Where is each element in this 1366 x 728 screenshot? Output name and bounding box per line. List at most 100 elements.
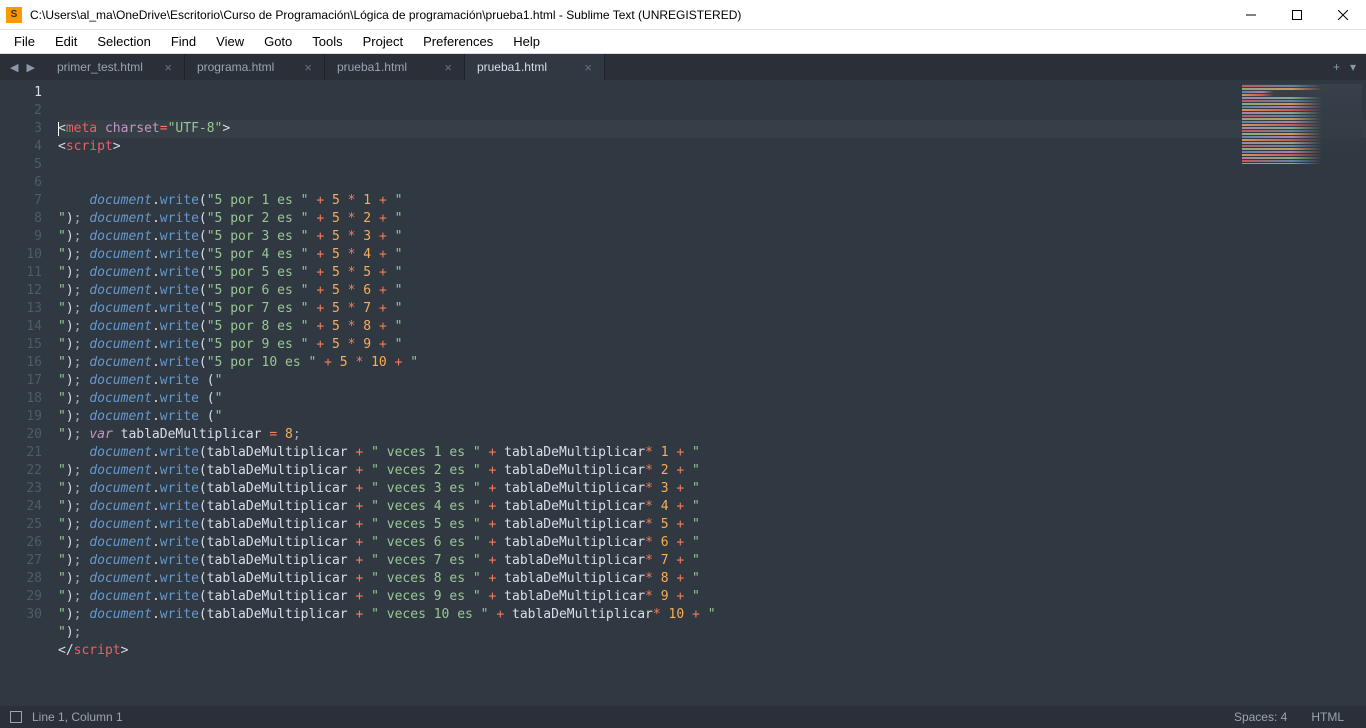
line-number: 25 <box>0 516 42 534</box>
code-line[interactable]: document.write("5 por 8 es " + 5 * 8 + "… <box>58 318 1366 336</box>
menu-help[interactable]: Help <box>503 31 550 52</box>
status-bar: Line 1, Column 1 Spaces: 4 HTML <box>0 706 1366 728</box>
code-line[interactable] <box>58 174 1366 192</box>
line-number: 17 <box>0 372 42 390</box>
menu-tools[interactable]: Tools <box>302 31 352 52</box>
menu-preferences[interactable]: Preferences <box>413 31 503 52</box>
app-icon: S <box>6 7 22 23</box>
close-icon[interactable]: × <box>304 60 312 75</box>
line-number: 11 <box>0 264 42 282</box>
line-number: 14 <box>0 318 42 336</box>
tab-nav: ◀ ▶ <box>0 54 45 80</box>
line-number: 3 <box>0 120 42 138</box>
cursor-position: Line 1, Column 1 <box>32 710 123 724</box>
menu-find[interactable]: Find <box>161 31 206 52</box>
tab-label: programa.html <box>197 60 274 74</box>
tab-nav-back-icon[interactable]: ◀ <box>6 61 22 74</box>
menu-view[interactable]: View <box>206 31 254 52</box>
line-number: 4 <box>0 138 42 156</box>
tab-label: prueba1.html <box>337 60 407 74</box>
code-line[interactable]: document.write("5 por 7 es " + 5 * 7 + "… <box>58 300 1366 318</box>
code-line[interactable]: document.write(tablaDeMultiplicar + " ve… <box>58 444 1366 462</box>
close-icon[interactable]: × <box>164 60 172 75</box>
tab-3[interactable]: prueba1.html × <box>465 54 605 80</box>
window-title: C:\Users\al_ma\OneDrive\Escritorio\Curso… <box>30 8 1228 22</box>
code-line[interactable]: document.write("5 por 2 es " + 5 * 2 + "… <box>58 210 1366 228</box>
line-number: 24 <box>0 498 42 516</box>
code-line[interactable]: document.write(tablaDeMultiplicar + " ve… <box>58 480 1366 498</box>
code-line[interactable]: document.write (""); <box>58 390 1366 408</box>
code-line[interactable] <box>58 156 1366 174</box>
code-line[interactable]: document.write(tablaDeMultiplicar + " ve… <box>58 516 1366 534</box>
menu-bar: FileEditSelectionFindViewGotoToolsProjec… <box>0 30 1366 54</box>
tab-label: prueba1.html <box>477 60 547 74</box>
line-number: 10 <box>0 246 42 264</box>
code-line[interactable]: document.write (""); <box>58 372 1366 390</box>
code-line[interactable]: document.write("5 por 5 es " + 5 * 5 + "… <box>58 264 1366 282</box>
tab-2[interactable]: prueba1.html × <box>325 54 465 80</box>
tab-1[interactable]: programa.html × <box>185 54 325 80</box>
maximize-button[interactable] <box>1274 0 1320 29</box>
tab-menu-button[interactable]: ▾ <box>1350 60 1356 74</box>
tab-label: primer_test.html <box>57 60 143 74</box>
title-bar: S C:\Users\al_ma\OneDrive\Escritorio\Cur… <box>0 0 1366 30</box>
code-line[interactable]: document.write(tablaDeMultiplicar + " ve… <box>58 534 1366 552</box>
line-number: 18 <box>0 390 42 408</box>
code-line[interactable]: document.write("5 por 1 es " + 5 * 1 + "… <box>58 192 1366 210</box>
line-number: 26 <box>0 534 42 552</box>
code-line[interactable]: document.write (""); <box>58 408 1366 426</box>
editor-area: 1234567891011121314151617181920212223242… <box>0 80 1366 706</box>
code-line[interactable]: document.write(tablaDeMultiplicar + " ve… <box>58 552 1366 570</box>
close-window-button[interactable] <box>1320 0 1366 29</box>
line-number: 13 <box>0 300 42 318</box>
menu-selection[interactable]: Selection <box>87 31 160 52</box>
tab-nav-forward-icon[interactable]: ▶ <box>22 61 38 74</box>
menu-goto[interactable]: Goto <box>254 31 302 52</box>
code-line[interactable]: document.write("5 por 6 es " + 5 * 6 + "… <box>58 282 1366 300</box>
minimap[interactable] <box>1242 84 1362 164</box>
code-line[interactable]: <meta charset="UTF-8"> <box>58 120 1366 138</box>
line-number: 9 <box>0 228 42 246</box>
close-icon[interactable]: × <box>584 60 592 75</box>
code-line[interactable]: document.write("5 por 3 es " + 5 * 3 + "… <box>58 228 1366 246</box>
new-tab-button[interactable]: + <box>1333 60 1340 74</box>
menu-file[interactable]: File <box>4 31 45 52</box>
indentation-setting[interactable]: Spaces: 4 <box>1222 710 1299 724</box>
line-number: 16 <box>0 354 42 372</box>
code-line[interactable]: document.write(tablaDeMultiplicar + " ve… <box>58 606 1366 624</box>
code-line[interactable]: document.write("5 por 10 es " + 5 * 10 +… <box>58 354 1366 372</box>
code-line[interactable]: document.write("5 por 4 es " + 5 * 4 + "… <box>58 246 1366 264</box>
line-number: 12 <box>0 282 42 300</box>
panel-switch-icon[interactable] <box>10 711 22 723</box>
code-line[interactable]: </script> <box>58 642 1366 660</box>
menu-project[interactable]: Project <box>353 31 413 52</box>
code-line[interactable] <box>58 624 1366 642</box>
code-line[interactable]: var tablaDeMultiplicar = 8; <box>58 426 1366 444</box>
line-number: 2 <box>0 102 42 120</box>
code-line[interactable]: document.write(tablaDeMultiplicar + " ve… <box>58 570 1366 588</box>
code-line[interactable]: document.write("5 por 9 es " + 5 * 9 + "… <box>58 336 1366 354</box>
menu-edit[interactable]: Edit <box>45 31 87 52</box>
code-line[interactable]: document.write(tablaDeMultiplicar + " ve… <box>58 498 1366 516</box>
code-editor[interactable]: <meta charset="UTF-8"><script> document.… <box>52 80 1366 706</box>
tab-bar: ◀ ▶ primer_test.html×programa.html×prueb… <box>0 54 1366 80</box>
line-number: 1 <box>0 84 42 102</box>
code-line[interactable]: document.write(tablaDeMultiplicar + " ve… <box>58 462 1366 480</box>
line-number: 28 <box>0 570 42 588</box>
code-line[interactable]: <script> <box>58 138 1366 156</box>
tab-right-controls: + ▾ <box>1323 54 1366 80</box>
line-number: 5 <box>0 156 42 174</box>
line-number: 21 <box>0 444 42 462</box>
code-line[interactable]: document.write(tablaDeMultiplicar + " ve… <box>58 588 1366 606</box>
minimize-button[interactable] <box>1228 0 1274 29</box>
close-icon[interactable]: × <box>444 60 452 75</box>
line-number: 27 <box>0 552 42 570</box>
tab-0[interactable]: primer_test.html × <box>45 54 185 80</box>
syntax-setting[interactable]: HTML <box>1299 710 1356 724</box>
line-number: 19 <box>0 408 42 426</box>
window-controls <box>1228 0 1366 29</box>
line-number: 22 <box>0 462 42 480</box>
line-number: 15 <box>0 336 42 354</box>
line-number: 20 <box>0 426 42 444</box>
line-number: 6 <box>0 174 42 192</box>
